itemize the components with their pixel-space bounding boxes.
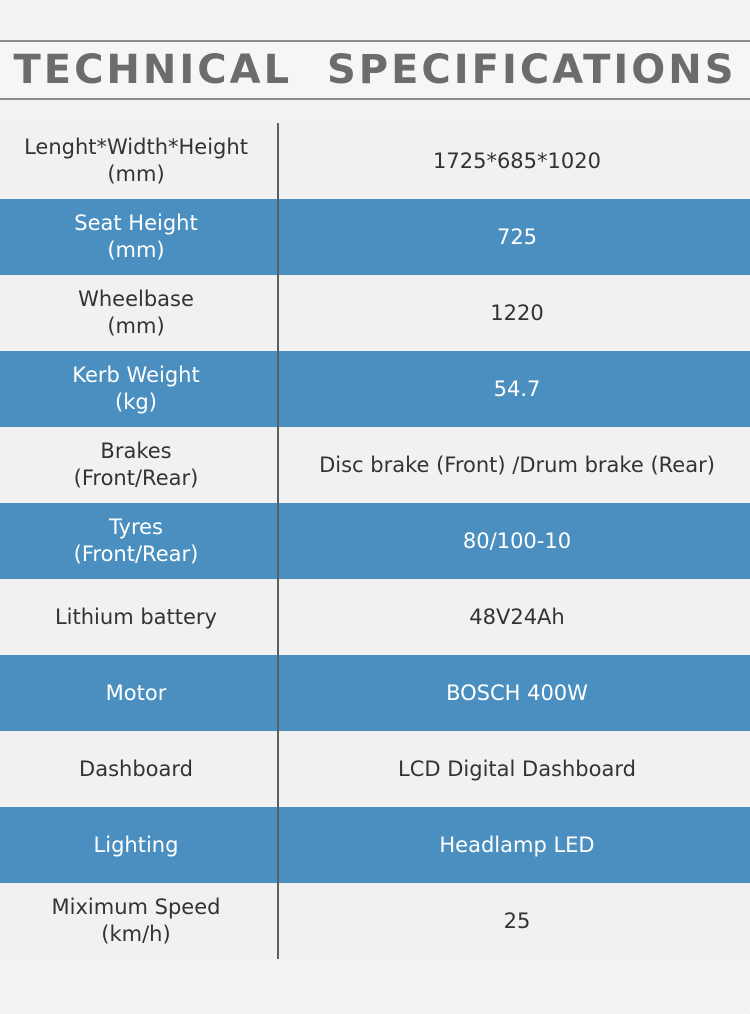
column-divider	[272, 123, 284, 199]
spec-value: 48V24Ah	[469, 604, 565, 629]
spec-row-motor: Motor BOSCH 400W	[0, 655, 750, 731]
spec-value: 25	[503, 908, 531, 933]
spec-value: 80/100-10	[462, 528, 572, 553]
spec-row-wheelbase: Wheelbase (mm) 1220	[0, 275, 750, 351]
spec-value: BOSCH 400W	[446, 680, 588, 705]
spec-value: LCD Digital Dashboard	[398, 756, 636, 781]
spec-label: Wheelbase (mm)	[78, 287, 194, 338]
spec-row-dimensions: Lenght*Width*Height (mm) 1725*685*1020	[0, 123, 750, 199]
spec-value: Headlamp LED	[439, 832, 595, 857]
spec-label: Brakes (Front/Rear)	[73, 439, 199, 490]
spec-label: Dashboard	[79, 756, 193, 781]
spec-label: Lithium battery	[54, 604, 217, 629]
spec-label: Lighting	[93, 832, 179, 857]
spec-value: 54.7	[493, 376, 541, 401]
spec-label: Miximum Speed (km/h)	[51, 895, 221, 946]
spec-row-brakes: Brakes (Front/Rear) Disc brake (Front) /…	[0, 427, 750, 503]
spec-label: Kerb Weight (kg)	[72, 363, 200, 414]
spec-value: Disc brake (Front) /Drum brake (Rear)	[319, 452, 715, 477]
column-divider	[272, 731, 284, 807]
spec-table: Lenght*Width*Height (mm) 1725*685*1020 S…	[0, 123, 750, 959]
spec-row-dashboard: Dashboard LCD Digital Dashboard	[0, 731, 750, 807]
spec-label: Seat Height (mm)	[74, 211, 198, 262]
spec-label: Tyres (Front/Rear)	[73, 515, 199, 566]
column-divider	[272, 579, 284, 655]
spec-header: TECHNICAL SPECIFICATIONS	[0, 40, 750, 100]
column-divider	[272, 883, 284, 959]
spec-value: 1220	[490, 300, 544, 325]
column-divider	[272, 427, 284, 503]
column-divider	[272, 503, 284, 579]
column-divider	[272, 351, 284, 427]
spec-row-kerb-weight: Kerb Weight (kg) 54.7	[0, 351, 750, 427]
spec-row-battery: Lithium battery 48V24Ah	[0, 579, 750, 655]
spec-label: Motor	[105, 680, 167, 705]
spec-row-tyres: Tyres (Front/Rear) 80/100-10	[0, 503, 750, 579]
spec-row-max-speed: Miximum Speed (km/h) 25	[0, 883, 750, 959]
column-divider	[272, 275, 284, 351]
spec-row-lighting: Lighting Headlamp LED	[0, 807, 750, 883]
column-divider	[272, 655, 284, 731]
spec-value: 1725*685*1020	[433, 148, 601, 173]
spec-value: 725	[496, 224, 538, 249]
spec-row-seat-height: Seat Height (mm) 725	[0, 199, 750, 275]
column-divider	[272, 199, 284, 275]
column-divider	[272, 807, 284, 883]
page-title: TECHNICAL SPECIFICATIONS	[13, 47, 737, 93]
spec-label: Lenght*Width*Height (mm)	[24, 135, 248, 186]
